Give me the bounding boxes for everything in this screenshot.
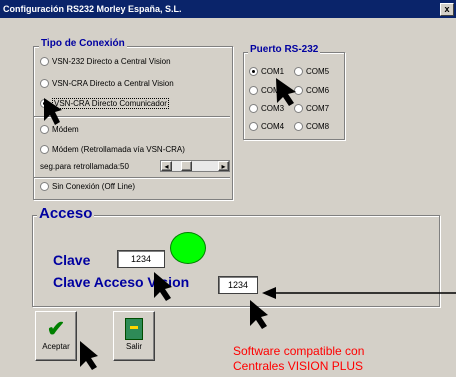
pointer-line-icon: [262, 287, 456, 299]
cursor-arrow-icon: [276, 78, 296, 106]
cursor-arrow-icon: [154, 272, 172, 301]
cursor-arrow-icon: [250, 300, 268, 329]
annotation-overlay: [44, 78, 456, 370]
cursor-arrow-icon: [44, 98, 62, 125]
cursor-arrow-icon: [80, 341, 98, 370]
